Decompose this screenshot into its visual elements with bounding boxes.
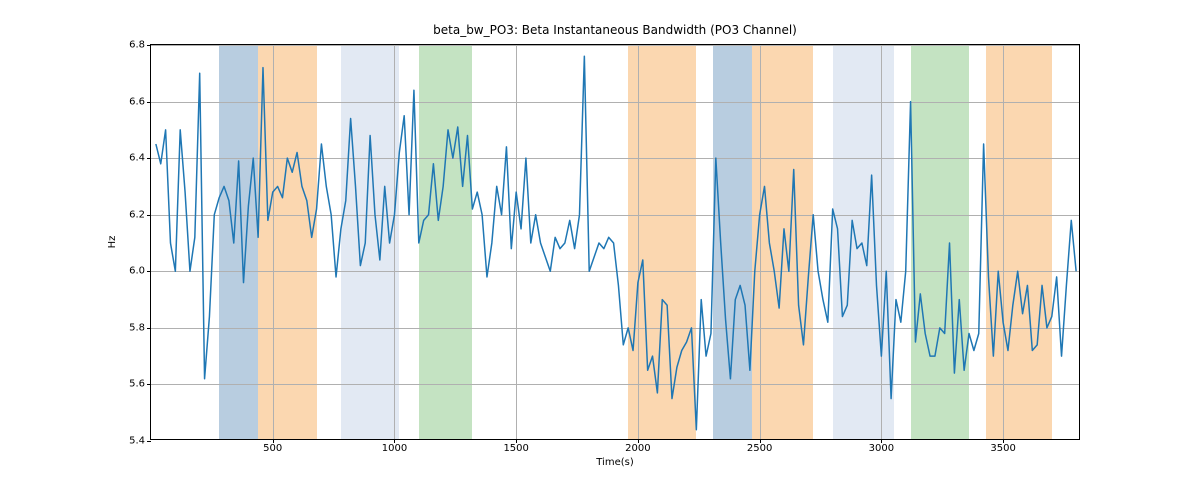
line-series: [151, 45, 1079, 439]
chart-title: beta_bw_PO3: Beta Instantaneous Bandwidt…: [433, 23, 797, 37]
y-tick-label: 5.8: [129, 322, 145, 333]
y-tick-label: 6.0: [129, 266, 145, 277]
y-tick-label: 6.8: [129, 40, 145, 51]
x-tick-label: 2000: [625, 443, 650, 454]
x-tick-label: 2500: [747, 443, 772, 454]
figure: 500 1000 1500 2000 2500 3000 3500 5.4 5.6 5.8 6.0…: [0, 0, 1200, 500]
y-tick-label: 6.2: [129, 209, 145, 220]
y-tick-label: 6.4: [129, 153, 145, 164]
y-tick-label: 5.4: [129, 436, 145, 447]
axes: 500100015002000250030003500 5.45.65.86.0…: [150, 44, 1080, 440]
x-tick-label: 3000: [869, 443, 894, 454]
y-tick-label: 6.6: [129, 96, 145, 107]
x-axis-label: Time(s): [596, 457, 634, 468]
plot-area: [151, 45, 1079, 439]
y-axis-label: Hz: [107, 236, 118, 249]
x-tick-label: 500: [263, 443, 282, 454]
y-tick-label: 5.6: [129, 379, 145, 390]
x-tick-label: 1000: [382, 443, 407, 454]
x-tick-label: 3500: [990, 443, 1015, 454]
x-tick-label: 1500: [503, 443, 528, 454]
